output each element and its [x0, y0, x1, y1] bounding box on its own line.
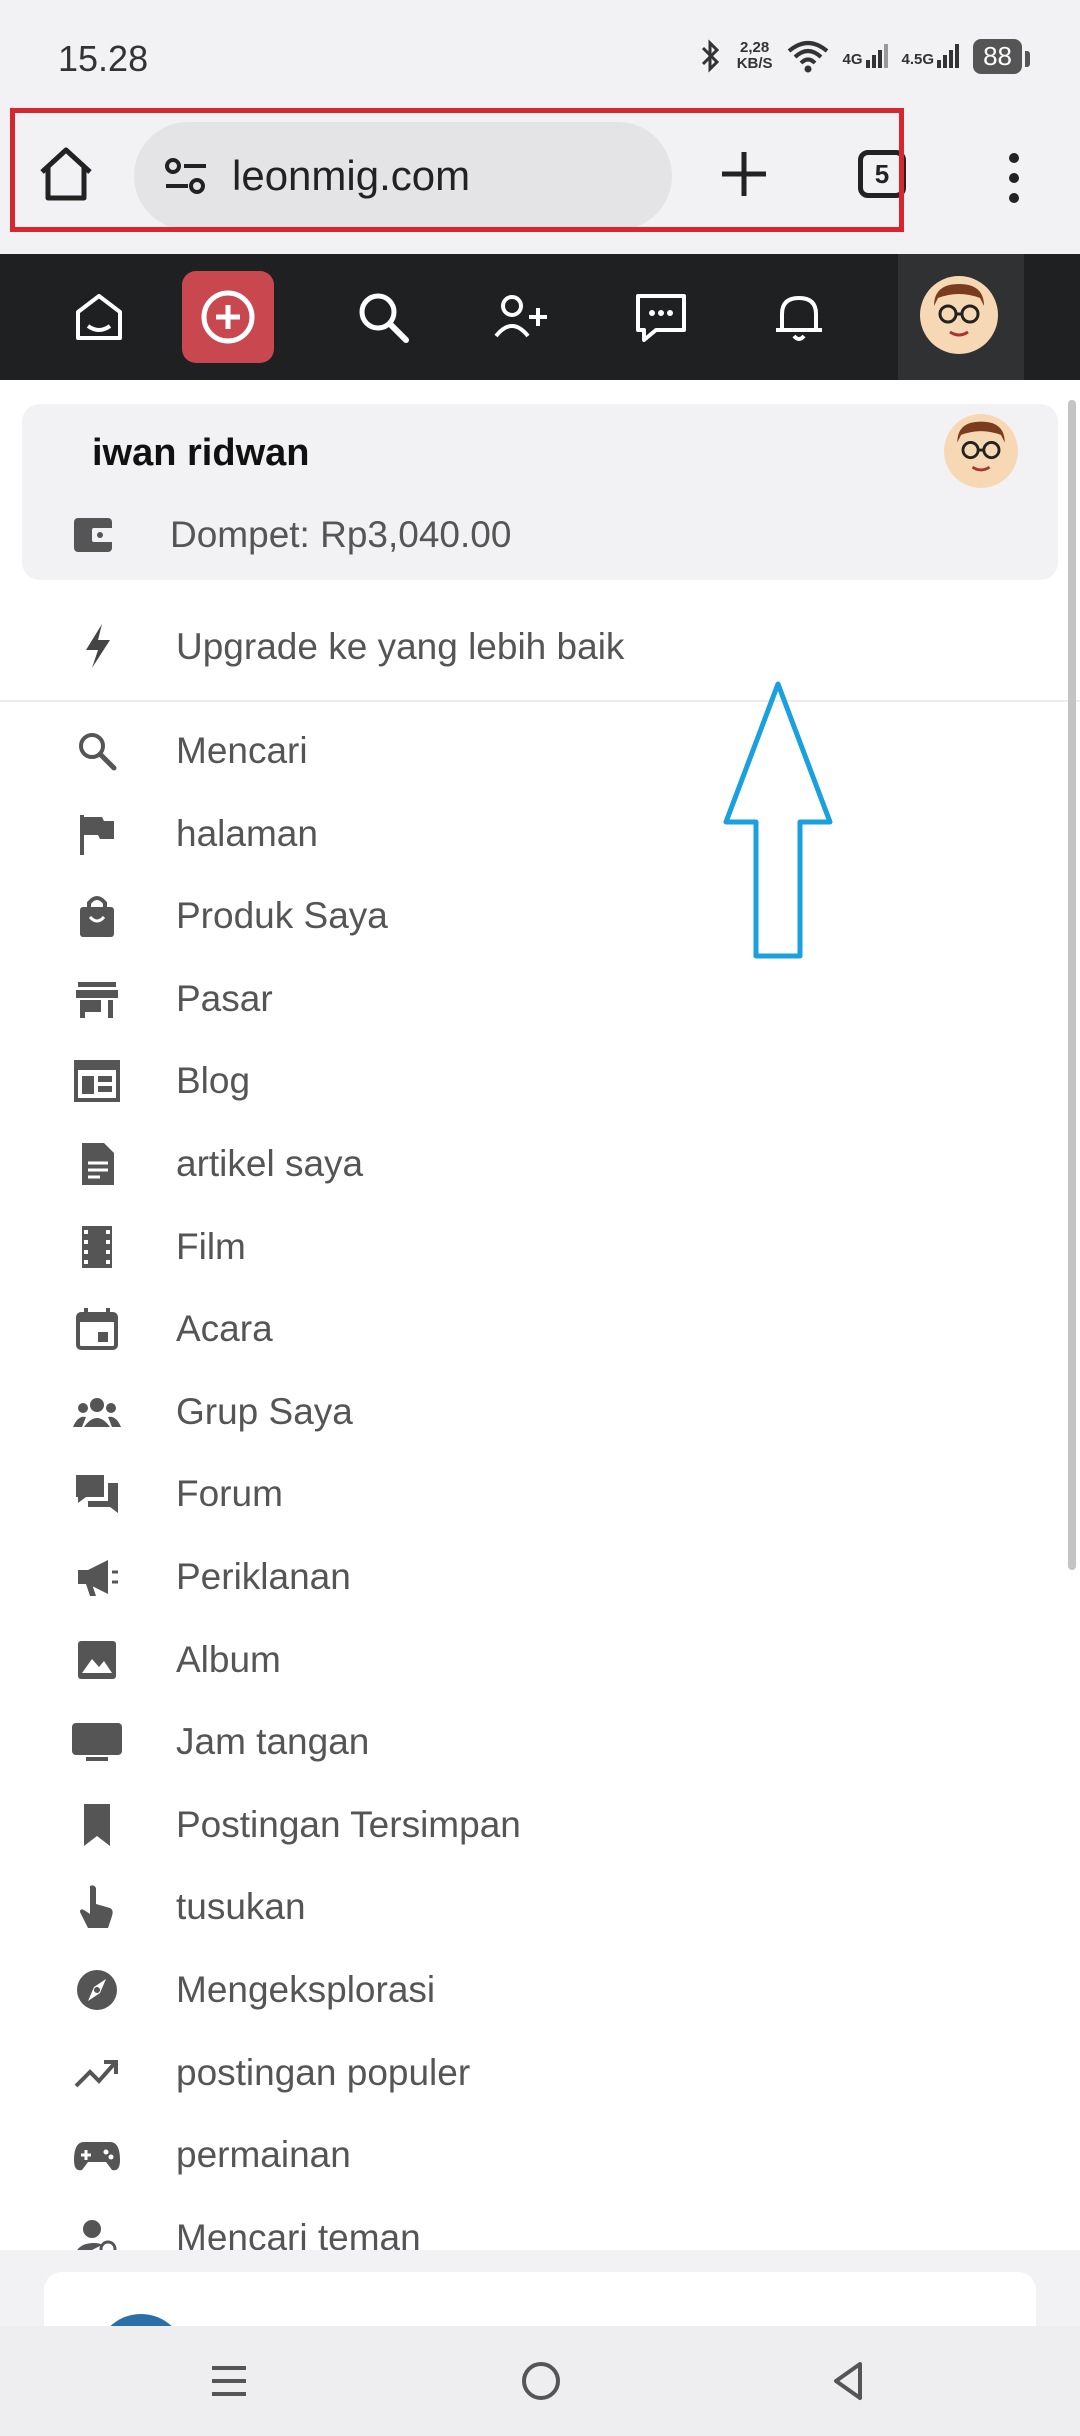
menu-item[interactable]: Produk Saya: [0, 875, 1080, 958]
menu-item-label: Postingan Tersimpan: [176, 1803, 521, 1845]
menu-item-label: artikel saya: [176, 1142, 364, 1184]
recents-icon[interactable]: [204, 2356, 254, 2406]
battery-indicator: 88: [973, 38, 1030, 74]
profile-menu-button[interactable]: [898, 254, 1024, 380]
bookmark-icon: [72, 1800, 122, 1850]
menu-item-label: Acara: [176, 1308, 273, 1350]
menu-item-label: postingan populer: [176, 2051, 471, 2093]
menu-item[interactable]: Mencari teman: [0, 2197, 1080, 2250]
image-icon: [72, 1635, 122, 1685]
more-vert-icon[interactable]: [1000, 150, 1028, 206]
menu-item[interactable]: tusukan: [0, 1866, 1080, 1949]
avatar: [944, 414, 1018, 488]
menu-list: Mencari halaman Produk Saya Pasar Blog artike…: [0, 710, 1080, 2250]
menu-item-label: Film: [176, 1225, 246, 1267]
search-nav-icon[interactable]: [350, 284, 416, 350]
menu-item[interactable]: Grup Saya: [0, 1371, 1080, 1454]
menu-item-label: Forum: [176, 1473, 283, 1515]
film-icon: [72, 1222, 122, 1272]
menu-item-label: Mengeksplorasi: [176, 1968, 436, 2010]
upgrade-link[interactable]: Upgrade ke yang lebih baik: [0, 602, 1080, 694]
menu-item[interactable]: Forum: [0, 1453, 1080, 1536]
add-circle-icon: [201, 290, 255, 344]
create-post-button[interactable]: [182, 271, 274, 363]
user-name: iwan ridwan: [92, 432, 310, 474]
bluetooth-icon: [701, 39, 719, 73]
menu-item[interactable]: artikel saya: [0, 1123, 1080, 1206]
menu-item[interactable]: Film: [0, 1206, 1080, 1289]
trending-icon: [72, 2048, 122, 2098]
menu-item[interactable]: halaman: [0, 793, 1080, 876]
blog-icon: [72, 1056, 122, 1106]
menu-item[interactable]: permainan: [0, 2114, 1080, 2197]
add-friend-icon[interactable]: [488, 284, 554, 350]
menu-item-label: Blog: [176, 1060, 251, 1102]
menu-item-label: Mencari: [176, 730, 308, 771]
status-icons: 2,28 KB/S 4G 4.5G 88: [699, 34, 1030, 78]
menu-item-label: halaman: [176, 812, 318, 854]
pointer-icon: [72, 1882, 122, 1932]
avatar: [920, 276, 998, 354]
calendar-icon: [72, 1304, 122, 1354]
signal-45g: 4.5G: [902, 44, 960, 68]
menu-item-label: Produk Saya: [176, 895, 388, 937]
user-card[interactable]: iwan ridwan Dompet: Rp3,040.00: [22, 404, 1058, 580]
feed-background: [0, 2250, 1080, 2404]
network-speed: 2,28 KB/S: [736, 39, 773, 72]
signal-icon: [865, 44, 888, 68]
menu-item[interactable]: Postingan Tersimpan: [0, 1784, 1080, 1867]
site-navbar: [0, 254, 1080, 380]
wallet-link[interactable]: Dompet: Rp3,040.00: [22, 492, 1058, 580]
menu-item-label: Mencari teman: [176, 2216, 421, 2250]
menu-item[interactable]: Pasar: [0, 958, 1080, 1041]
home-nav-icon[interactable]: [66, 284, 132, 350]
home-circle-icon[interactable]: [516, 2356, 566, 2406]
megaphone-icon: [72, 1552, 122, 1602]
upgrade-label: Upgrade ke yang lebih baik: [176, 626, 625, 667]
arrow-annotation: [723, 681, 833, 959]
signal-icon: [937, 44, 960, 68]
menu-item[interactable]: postingan populer: [0, 2032, 1080, 2115]
lightning-icon: [86, 624, 110, 668]
back-icon[interactable]: [824, 2356, 874, 2406]
menu-item-label: tusukan: [176, 1886, 306, 1928]
menu-item[interactable]: Album: [0, 1619, 1080, 1702]
menu-item-label: Grup Saya: [176, 1390, 353, 1432]
menu-item[interactable]: Blog: [0, 1040, 1080, 1123]
divider: [0, 700, 1080, 702]
system-navigation-bar: [0, 2326, 1080, 2436]
shopping-bag-icon: [72, 891, 122, 941]
article-icon: [72, 1139, 122, 1189]
menu-item[interactable]: Mengeksplorasi: [0, 1949, 1080, 2032]
gamepad-icon: [72, 2130, 122, 2180]
menu-item-label: permainan: [176, 2134, 351, 2176]
highlight-annotation: [10, 108, 904, 232]
search-icon: [72, 726, 122, 776]
wallet-icon: [74, 518, 114, 552]
store-icon: [72, 974, 122, 1024]
menu-item[interactable]: Periklanan: [0, 1536, 1080, 1619]
wifi-icon: [787, 41, 828, 73]
forum-icon: [72, 1469, 122, 1519]
menu-item[interactable]: Jam tangan: [0, 1701, 1080, 1784]
menu-item-label: Album: [176, 1638, 281, 1680]
status-time: 15.28: [58, 38, 149, 79]
menu-item-label: Jam tangan: [176, 1721, 370, 1763]
wallet-balance: Dompet: Rp3,040.00: [170, 514, 512, 555]
scrollbar[interactable]: [1068, 400, 1076, 1570]
group-icon: [72, 1387, 122, 1437]
notifications-icon[interactable]: [766, 284, 832, 350]
menu-item-label: Periklanan: [176, 1555, 351, 1597]
tv-icon: [72, 1717, 122, 1767]
user-menu-panel: iwan ridwan Dompet: Rp3,040.00 Upgrade k…: [0, 380, 1080, 2250]
signal-4g: 4G: [843, 44, 888, 68]
menu-item[interactable]: Acara: [0, 1288, 1080, 1371]
flag-icon: [72, 809, 122, 859]
compass-icon: [72, 1965, 122, 2015]
menu-item[interactable]: Mencari: [0, 710, 1080, 793]
messages-icon[interactable]: [628, 284, 694, 350]
status-bar: 15.28 2,28 KB/S 4G 4.5G 88: [0, 0, 1080, 110]
person-search-icon: [72, 2213, 122, 2250]
menu-item-label: Pasar: [176, 977, 273, 1019]
